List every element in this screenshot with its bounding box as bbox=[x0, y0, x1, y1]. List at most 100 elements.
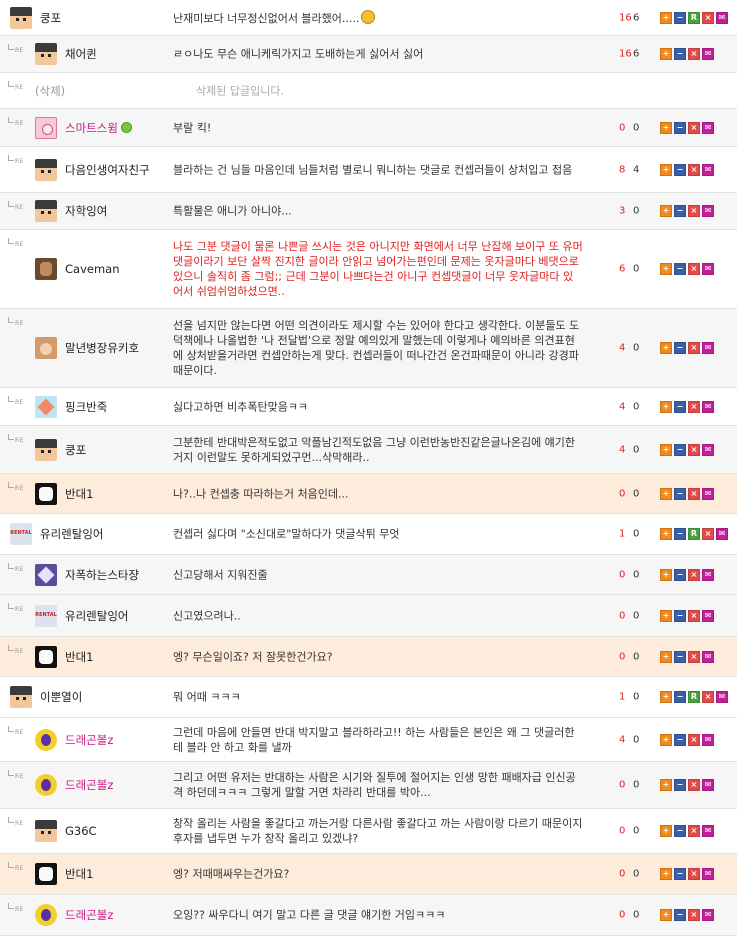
message-button[interactable]: ✉ bbox=[702, 568, 714, 581]
avatar[interactable] bbox=[35, 728, 57, 751]
report-button[interactable]: × bbox=[688, 263, 700, 275]
avatar[interactable] bbox=[35, 395, 57, 418]
report-button[interactable]: × bbox=[702, 528, 714, 540]
author-name[interactable]: 쿵포 bbox=[65, 442, 86, 458]
avatar[interactable] bbox=[35, 645, 57, 668]
author-name[interactable]: 자학잉여 bbox=[65, 203, 107, 219]
upvote-button[interactable]: + bbox=[660, 11, 672, 24]
reply-button[interactable]: R bbox=[688, 11, 700, 24]
author-name[interactable]: 드래곤볼z bbox=[65, 732, 113, 748]
report-button[interactable]: × bbox=[688, 909, 700, 921]
downvote-button[interactable]: − bbox=[674, 568, 686, 581]
downvote-button[interactable]: − bbox=[674, 650, 686, 663]
downvote-button[interactable]: − bbox=[674, 11, 686, 24]
report-button[interactable]: × bbox=[688, 487, 700, 500]
downvote-button[interactable]: − bbox=[674, 733, 686, 746]
message-button[interactable]: ✉ bbox=[702, 609, 714, 622]
author-name[interactable]: 채어퀸 bbox=[65, 46, 97, 62]
report-button[interactable]: × bbox=[688, 733, 700, 746]
message-button[interactable]: ✉ bbox=[702, 868, 714, 880]
report-button[interactable]: × bbox=[688, 48, 700, 60]
downvote-button[interactable]: − bbox=[674, 342, 686, 354]
downvote-button[interactable]: − bbox=[674, 825, 686, 837]
avatar[interactable] bbox=[10, 6, 32, 29]
author-name[interactable]: 유리렌탈잉어 bbox=[65, 608, 128, 624]
downvote-button[interactable]: − bbox=[674, 868, 686, 880]
downvote-button[interactable]: − bbox=[674, 163, 686, 176]
message-button[interactable]: ✉ bbox=[702, 48, 714, 60]
message-button[interactable]: ✉ bbox=[702, 487, 714, 500]
reply-button[interactable]: R bbox=[688, 528, 700, 540]
upvote-button[interactable]: + bbox=[660, 205, 672, 217]
report-button[interactable]: × bbox=[688, 568, 700, 581]
upvote-button[interactable]: + bbox=[660, 528, 672, 540]
avatar[interactable] bbox=[35, 438, 57, 461]
downvote-button[interactable]: − bbox=[674, 609, 686, 622]
downvote-button[interactable]: − bbox=[674, 487, 686, 500]
author-name[interactable]: 다음인생여자친구 bbox=[65, 162, 150, 178]
upvote-button[interactable]: + bbox=[660, 779, 672, 791]
avatar[interactable] bbox=[35, 604, 57, 627]
author-name[interactable]: 쿵포 bbox=[40, 10, 61, 26]
avatar[interactable] bbox=[35, 43, 57, 65]
message-button[interactable]: ✉ bbox=[702, 733, 714, 746]
message-button[interactable]: ✉ bbox=[702, 342, 714, 354]
upvote-button[interactable]: + bbox=[660, 733, 672, 746]
upvote-button[interactable]: + bbox=[660, 342, 672, 354]
author-name[interactable]: 핑크반죽 bbox=[65, 399, 107, 415]
report-button[interactable]: × bbox=[688, 400, 700, 413]
avatar[interactable] bbox=[35, 200, 57, 222]
upvote-button[interactable]: + bbox=[660, 400, 672, 413]
report-button[interactable]: × bbox=[702, 11, 714, 24]
message-button[interactable]: ✉ bbox=[702, 443, 714, 456]
message-button[interactable]: ✉ bbox=[702, 263, 714, 275]
message-button[interactable]: ✉ bbox=[702, 909, 714, 921]
message-button[interactable]: ✉ bbox=[702, 400, 714, 413]
report-button[interactable]: × bbox=[688, 121, 700, 134]
downvote-button[interactable]: − bbox=[674, 48, 686, 60]
author-name[interactable]: 유리렌탈잉어 bbox=[40, 526, 103, 542]
message-button[interactable]: ✉ bbox=[702, 121, 714, 134]
upvote-button[interactable]: + bbox=[660, 909, 672, 921]
avatar[interactable] bbox=[35, 863, 57, 885]
author-name[interactable]: 이뿐열이 bbox=[40, 689, 82, 705]
avatar[interactable] bbox=[35, 158, 57, 181]
report-button[interactable]: × bbox=[688, 205, 700, 217]
author-name[interactable]: 말년병장유키호 bbox=[65, 340, 139, 356]
message-button[interactable]: ✉ bbox=[716, 691, 728, 703]
upvote-button[interactable]: + bbox=[660, 263, 672, 275]
author-name[interactable]: 반대1 bbox=[65, 486, 93, 502]
upvote-button[interactable]: + bbox=[660, 163, 672, 176]
report-button[interactable]: × bbox=[702, 691, 714, 703]
upvote-button[interactable]: + bbox=[660, 691, 672, 703]
report-button[interactable]: × bbox=[688, 650, 700, 663]
downvote-button[interactable]: − bbox=[674, 443, 686, 456]
reply-button[interactable]: R bbox=[688, 691, 700, 703]
message-button[interactable]: ✉ bbox=[702, 650, 714, 663]
author-name[interactable]: 드래곤볼z bbox=[65, 777, 113, 793]
author-name[interactable]: 반대1 bbox=[65, 649, 93, 665]
avatar[interactable] bbox=[10, 686, 32, 708]
upvote-button[interactable]: + bbox=[660, 487, 672, 500]
report-button[interactable]: × bbox=[688, 825, 700, 837]
downvote-button[interactable]: − bbox=[674, 779, 686, 791]
avatar[interactable] bbox=[35, 337, 57, 359]
downvote-button[interactable]: − bbox=[674, 691, 686, 703]
message-button[interactable]: ✉ bbox=[716, 11, 728, 24]
avatar[interactable] bbox=[35, 820, 57, 842]
report-button[interactable]: × bbox=[688, 163, 700, 176]
avatar[interactable] bbox=[35, 116, 57, 139]
upvote-button[interactable]: + bbox=[660, 650, 672, 663]
upvote-button[interactable]: + bbox=[660, 609, 672, 622]
author-name[interactable]: Caveman bbox=[65, 262, 120, 276]
author-name[interactable]: 자폭하는스타쟝 bbox=[65, 567, 139, 583]
upvote-button[interactable]: + bbox=[660, 48, 672, 60]
author-name[interactable]: 스마트스윔 bbox=[65, 120, 132, 136]
author-name[interactable]: G36C bbox=[65, 824, 97, 838]
report-button[interactable]: × bbox=[688, 342, 700, 354]
report-button[interactable]: × bbox=[688, 779, 700, 791]
message-button[interactable]: ✉ bbox=[702, 779, 714, 791]
author-name[interactable]: 반대1 bbox=[65, 866, 93, 882]
upvote-button[interactable]: + bbox=[660, 825, 672, 837]
avatar[interactable] bbox=[35, 774, 57, 796]
